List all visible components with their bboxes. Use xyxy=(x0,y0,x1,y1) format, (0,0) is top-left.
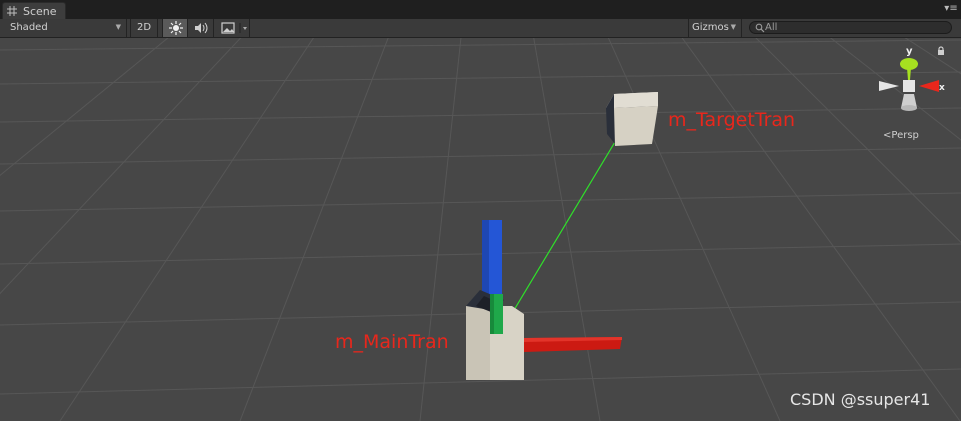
gizmo-x-label: x xyxy=(939,83,945,93)
scene-viewport[interactable]: m_TargetTran m_MainTran y x <Persp CSDN … xyxy=(0,38,961,421)
watermark: CSDN @ssuper41 xyxy=(790,390,931,409)
direction-line xyxy=(495,116,631,341)
projection-label: Persp xyxy=(891,130,919,141)
gizmo-x-cone xyxy=(919,80,939,92)
lock-icon[interactable] xyxy=(937,46,945,56)
lighting-toggle-button[interactable] xyxy=(162,19,188,37)
tab-scene[interactable]: Scene xyxy=(2,2,66,19)
hierarchy-search[interactable] xyxy=(749,21,952,34)
chevron-down-icon: ▼ xyxy=(730,23,736,31)
gizmo-negx-cone xyxy=(879,81,899,91)
sun-icon xyxy=(169,21,183,35)
search-icon xyxy=(755,23,765,33)
scene-render xyxy=(0,38,961,421)
gizmo-center-cube xyxy=(903,80,915,92)
axis-y-handle xyxy=(490,294,503,334)
draw-mode-value: Shaded xyxy=(10,22,48,33)
main-label: m_MainTran xyxy=(335,331,449,353)
gizmos-dropdown[interactable]: Gizmos ▼ xyxy=(688,19,742,37)
speaker-icon xyxy=(195,22,208,34)
search-input[interactable] xyxy=(765,22,945,33)
target-cube xyxy=(606,92,658,146)
tab-menu-icon[interactable]: ▾≡ xyxy=(944,3,958,15)
tab-label: Scene xyxy=(23,5,57,18)
tab-bar: Scene ▾≡ xyxy=(0,0,961,19)
draw-mode-dropdown[interactable]: Shaded ▼ xyxy=(0,19,127,37)
orientation-gizmo[interactable]: y x xyxy=(873,44,945,124)
toggle-2d-button[interactable]: 2D xyxy=(130,19,158,37)
effects-dropdown-button[interactable] xyxy=(216,19,250,37)
unity-scene-window: Scene ▾≡ Shaded ▼ 2D Gizmos ▼ All m_Targ… xyxy=(0,0,961,421)
scene-grid-icon xyxy=(7,6,17,16)
axis-z-handle xyxy=(482,220,502,300)
image-effects-icon xyxy=(221,22,247,34)
gizmo-y-stem xyxy=(907,68,911,80)
chevron-down-icon: ▼ xyxy=(115,23,121,31)
gizmo-y-label: y xyxy=(906,46,913,57)
target-label: m_TargetTran xyxy=(668,109,796,131)
gizmos-label: Gizmos xyxy=(692,22,729,33)
projection-toggle[interactable]: <Persp xyxy=(883,130,919,141)
axis-x-handle xyxy=(524,337,622,352)
scene-toolbar: Shaded ▼ 2D Gizmos ▼ xyxy=(0,19,961,38)
audio-toggle-button[interactable] xyxy=(188,19,214,37)
